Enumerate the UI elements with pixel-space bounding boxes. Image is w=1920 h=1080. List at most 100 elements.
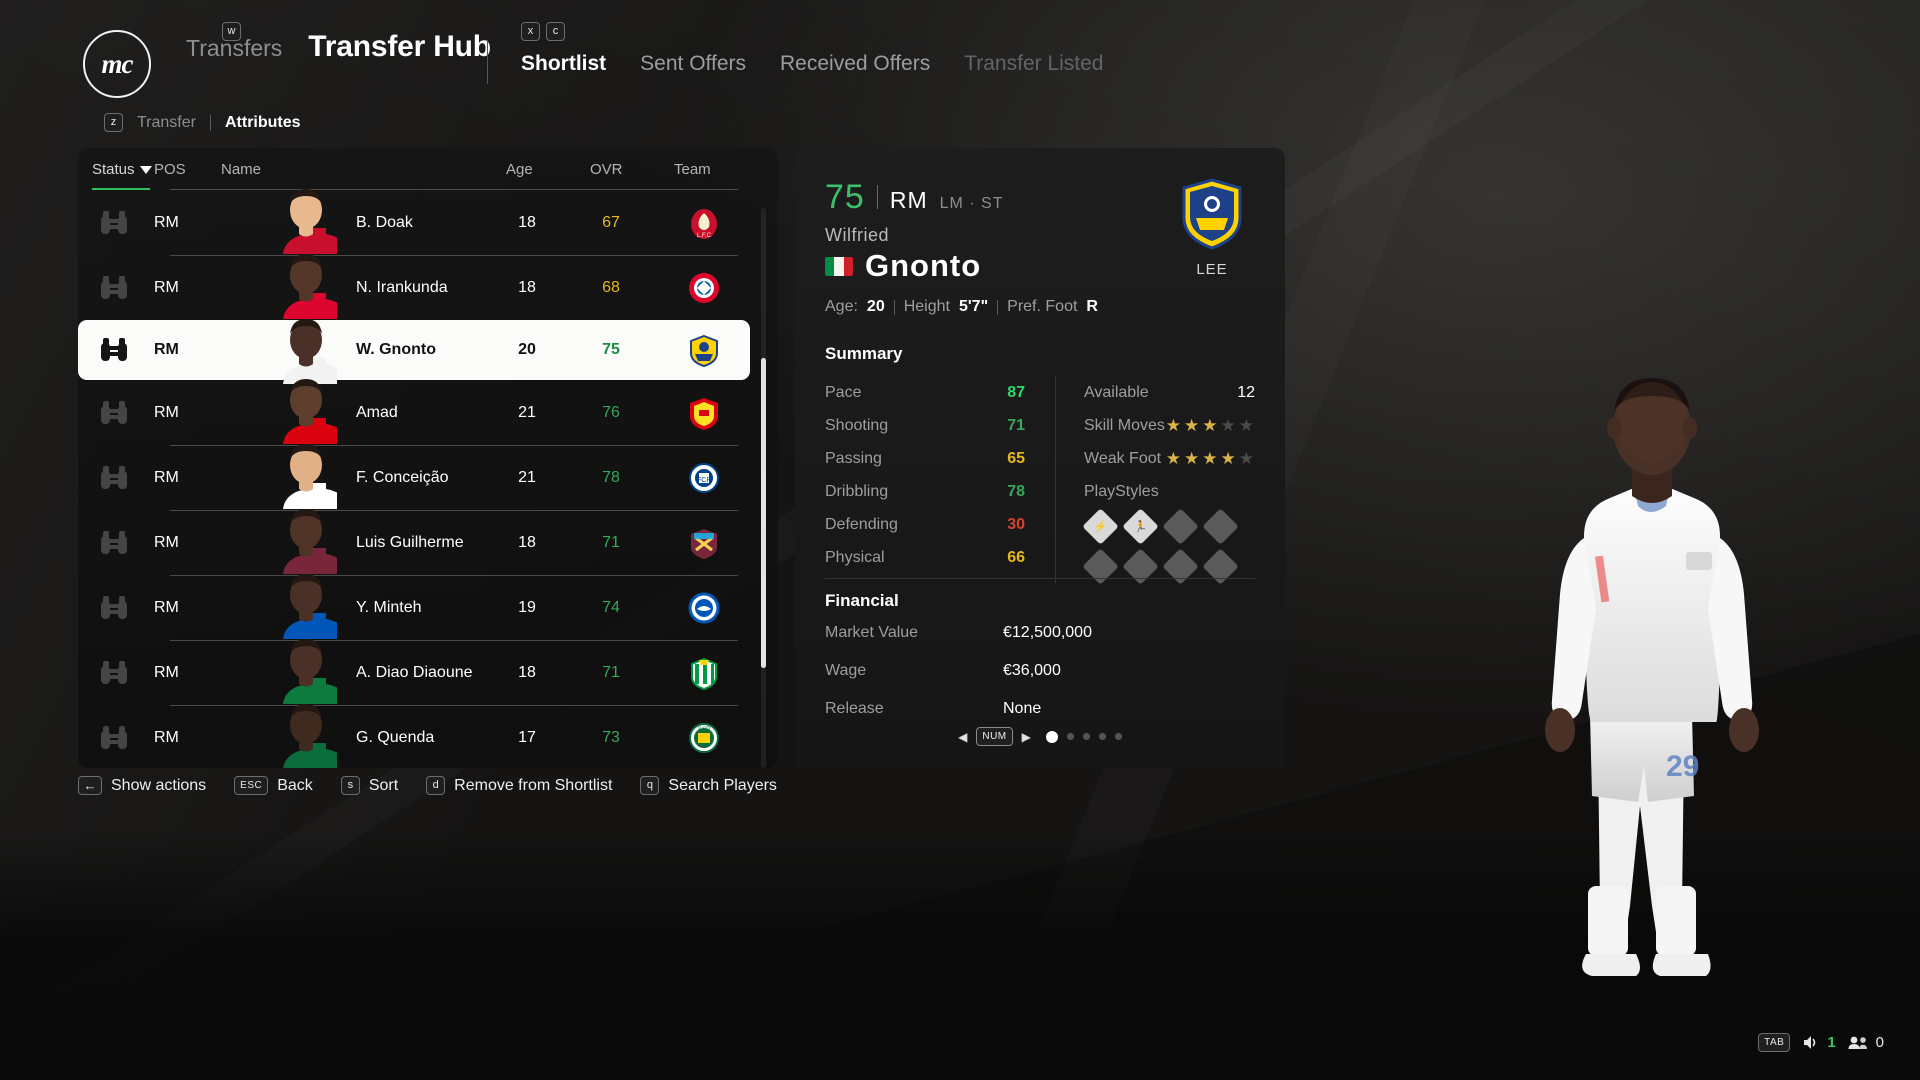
column-header-pos[interactable]: POS <box>154 161 186 178</box>
tab-received-offers[interactable]: Received Offers <box>780 52 930 76</box>
subtab-attributes[interactable]: Attributes <box>225 114 301 132</box>
pager-dot[interactable] <box>1066 733 1074 740</box>
svg-text:29: 29 <box>1666 750 1699 783</box>
key-tab[interactable]: TAB <box>1758 1033 1791 1052</box>
attribute-value: 65 <box>1007 449 1025 467</box>
list-scrollbar[interactable] <box>761 208 766 768</box>
table-row[interactable]: RM B. Doak 18 67 L.F.C <box>78 189 778 255</box>
summary-title: Summary <box>825 344 903 363</box>
summary-extras: Available 12 Skill Moves ★ ★ ★ ★ ★ Weak Foot… <box>1055 376 1255 585</box>
row-rule <box>170 640 738 641</box>
row-status-icon[interactable] <box>92 400 136 426</box>
header: mc w Transfers Transfer Hub x c Shortlis… <box>0 0 1920 150</box>
action-back[interactable]: ESC Back <box>234 776 313 795</box>
column-header-name[interactable]: Name <box>221 161 261 178</box>
action-search-players[interactable]: q Search Players <box>640 776 777 795</box>
tab-shortlist[interactable]: Shortlist <box>521 52 606 76</box>
row-status-icon[interactable] <box>92 275 136 301</box>
column-header-ovr[interactable]: OVR <box>590 161 623 178</box>
row-face-image <box>275 437 337 509</box>
list-header-row: Status POS Name Age OVR Team <box>78 148 778 190</box>
action-sort[interactable]: s Sort <box>340 776 398 795</box>
binoculars-icon <box>101 465 127 489</box>
key-s[interactable]: s <box>340 776 360 795</box>
financial-market-value: Market Value €12,500,000 <box>825 616 1255 649</box>
row-team-badge: FCP <box>674 461 734 495</box>
column-header-team[interactable]: Team <box>674 161 711 178</box>
table-row-selected[interactable]: RM W. Gnonto 20 75 <box>78 319 750 384</box>
playstyle-empty-slot <box>1082 548 1119 585</box>
key-d[interactable]: d <box>426 776 446 795</box>
row-status-icon[interactable] <box>92 210 136 236</box>
attribute-passing: Passing 65 <box>825 442 1025 475</box>
skill-moves-row: Skill Moves ★ ★ ★ ★ ★ <box>1084 409 1255 442</box>
player-positions-alt: LM · ST <box>939 195 1004 212</box>
row-player-name: B. Doak <box>356 213 413 231</box>
row-age: 18 <box>518 278 536 296</box>
action-remove-from-shortlist[interactable]: d Remove from Shortlist <box>426 776 612 795</box>
player-rows: RM B. Doak 18 67 L.F.C RM N. Irankunda 18 68 RM W.… <box>78 189 778 768</box>
table-row[interactable]: RM A. Diao Diaoune 18 71 <box>78 639 778 705</box>
bio-foot-value: R <box>1086 298 1098 315</box>
playstyle-icon: 🏃 <box>1122 508 1159 545</box>
player-face <box>283 444 337 509</box>
available-label: Available <box>1084 383 1149 401</box>
row-team-badge <box>674 526 734 560</box>
pager-dot[interactable] <box>1082 733 1090 740</box>
key-c[interactable]: c <box>546 22 565 41</box>
list-scrollbar-thumb[interactable] <box>761 358 766 668</box>
row-position: RM <box>154 663 179 681</box>
row-team-badge <box>674 656 734 690</box>
tab-transfer-listed[interactable]: Transfer Listed <box>964 52 1103 76</box>
financial-wage: Wage €36,000 <box>825 654 1255 687</box>
table-row[interactable]: RM F. Conceição 21 78 FCP <box>78 444 778 510</box>
key-x[interactable]: x <box>521 22 540 41</box>
row-status-icon[interactable] <box>92 337 136 363</box>
key-w[interactable]: w <box>222 22 241 41</box>
club-badge-por-icon: FCP <box>689 462 719 493</box>
row-rule <box>170 510 738 511</box>
action-show-actions[interactable]: ← Show actions <box>78 776 206 795</box>
tab-sent-offers[interactable]: Sent Offers <box>640 52 746 76</box>
column-header-age[interactable]: Age <box>506 161 533 178</box>
pager-next-arrow-icon[interactable]: ▶ <box>1022 730 1031 744</box>
row-age: 20 <box>518 341 536 358</box>
row-status-icon[interactable] <box>92 660 136 686</box>
table-row[interactable]: RM Y. Minteh 19 74 <box>78 574 778 640</box>
key-z[interactable]: z <box>104 113 123 132</box>
financial-value: €36,000 <box>1003 661 1061 679</box>
bio-height-value: 5'7" <box>958 298 989 315</box>
pager-dot[interactable] <box>1098 733 1106 740</box>
key-esc[interactable]: ESC <box>234 776 269 795</box>
bio-foot-label: Pref. Foot <box>1007 298 1078 315</box>
financial-label: Market Value <box>825 623 919 641</box>
weak-foot-label: Weak Foot <box>1084 449 1162 467</box>
table-row[interactable]: RM Amad 21 76 <box>78 379 778 445</box>
row-status-icon[interactable] <box>92 725 136 751</box>
row-status-icon[interactable] <box>92 465 136 491</box>
action-label: Search Players <box>668 776 777 794</box>
table-row[interactable]: RM G. Quenda 17 73 SCP <box>78 704 778 768</box>
row-status-icon[interactable] <box>92 595 136 621</box>
action-label: Show actions <box>111 776 207 794</box>
financial-label: Release <box>825 699 884 717</box>
pager-prev-arrow-icon[interactable]: ◀ <box>958 730 967 744</box>
row-status-icon[interactable] <box>92 530 136 556</box>
row-face-image <box>275 372 337 444</box>
key-left-arrow-icon[interactable]: ← <box>78 776 102 795</box>
table-row[interactable]: RM N. Irankunda 18 68 <box>78 254 778 320</box>
key-q[interactable]: q <box>640 776 660 795</box>
table-row[interactable]: RM Luis Guilherme 18 71 <box>78 509 778 575</box>
column-header-status[interactable]: Status <box>92 161 152 178</box>
playstyles-grid: ⚡ 🏃 <box>1082 508 1244 585</box>
row-rule <box>170 445 738 446</box>
player-face <box>283 379 337 444</box>
financial-label: Wage <box>825 661 867 679</box>
subtab-transfer[interactable]: Transfer <box>137 114 196 132</box>
skill-moves-label: Skill Moves <box>1084 416 1165 434</box>
row-team-badge <box>674 333 734 367</box>
pager-dot[interactable] <box>1114 733 1122 740</box>
financial-divider <box>825 578 1255 579</box>
pager-dot[interactable] <box>1045 730 1058 743</box>
pager-num-key[interactable]: NUM <box>976 727 1013 746</box>
